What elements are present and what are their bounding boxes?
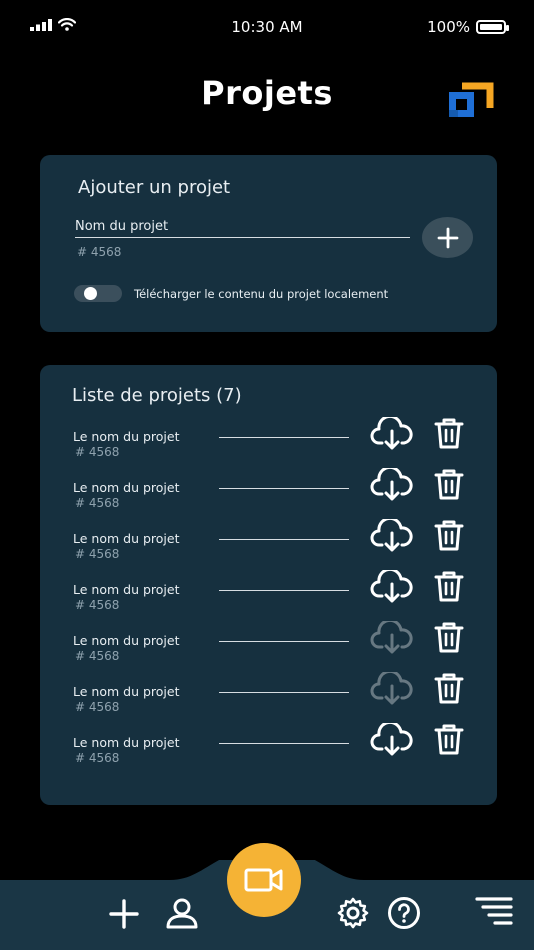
trash-icon[interactable] xyxy=(432,467,466,501)
cloud-download-icon[interactable] xyxy=(370,519,414,553)
project-id: # 4568 xyxy=(75,547,120,561)
battery-icon xyxy=(476,20,509,34)
project-name: Le nom du projet xyxy=(73,684,180,699)
project-id: # 4568 xyxy=(75,649,120,663)
trash-icon[interactable] xyxy=(432,620,466,654)
cloud-download-icon xyxy=(370,621,413,654)
project-row: Le nom du projet # 4568 xyxy=(40,468,497,524)
cloud-download-icon xyxy=(370,672,413,705)
new-project-id: # 4568 xyxy=(77,245,122,259)
status-bar: 10:30 AM 100% xyxy=(0,0,534,56)
project-name-input[interactable] xyxy=(75,215,410,238)
battery-percent: 100% xyxy=(427,18,470,36)
add-project-title: Ajouter un projet xyxy=(78,177,231,198)
row-divider xyxy=(219,641,349,642)
add-project-button[interactable] xyxy=(422,217,473,258)
plus-icon xyxy=(437,227,458,248)
plus-icon[interactable] xyxy=(108,898,140,930)
project-id: # 4568 xyxy=(75,751,120,765)
project-name: Le nom du projet xyxy=(73,480,180,495)
project-row: Le nom du projet # 4568 xyxy=(40,570,497,626)
row-divider xyxy=(219,692,349,693)
project-row: Le nom du projet # 4568 xyxy=(40,621,497,677)
project-name: Le nom du projet xyxy=(73,429,180,444)
row-divider xyxy=(219,488,349,489)
project-row: Le nom du projet # 4568 xyxy=(40,519,497,575)
app-logo xyxy=(449,82,494,117)
trash-icon[interactable] xyxy=(432,671,466,705)
row-divider xyxy=(219,437,349,438)
user-icon[interactable] xyxy=(165,896,199,930)
local-download-toggle[interactable] xyxy=(74,285,122,302)
row-divider xyxy=(219,743,349,744)
add-project-card: Ajouter un projet # 4568 Télécharger le … xyxy=(40,155,497,332)
filter-icon[interactable] xyxy=(474,896,514,928)
project-row: Le nom du projet # 4568 xyxy=(40,672,497,728)
record-video-button[interactable] xyxy=(227,843,301,917)
project-row: Le nom du projet # 4568 xyxy=(40,723,497,779)
project-name: Le nom du projet xyxy=(73,531,180,546)
toggle-knob xyxy=(84,287,97,300)
project-list-title: Liste de projets (7) xyxy=(72,385,242,406)
cloud-download-icon[interactable] xyxy=(370,417,414,451)
trash-icon[interactable] xyxy=(432,416,466,450)
project-id: # 4568 xyxy=(75,496,120,510)
video-camera-icon xyxy=(244,868,283,892)
project-name: Le nom du projet xyxy=(73,633,180,648)
trash-icon[interactable] xyxy=(432,518,466,552)
project-name: Le nom du projet xyxy=(73,582,180,597)
cloud-download-icon[interactable] xyxy=(370,570,414,604)
status-right: 100% xyxy=(427,18,509,36)
trash-icon[interactable] xyxy=(432,722,466,756)
gear-icon[interactable] xyxy=(336,896,370,930)
project-row: Le nom du projet # 4568 xyxy=(40,417,497,473)
project-id: # 4568 xyxy=(75,700,120,714)
row-divider xyxy=(219,539,349,540)
help-icon[interactable] xyxy=(387,896,421,930)
battery-fill xyxy=(480,24,502,30)
cloud-download-icon[interactable] xyxy=(370,723,414,757)
row-divider xyxy=(219,590,349,591)
trash-icon[interactable] xyxy=(432,569,466,603)
local-download-label: Télécharger le contenu du projet localem… xyxy=(134,287,389,301)
project-id: # 4568 xyxy=(75,598,120,612)
cloud-download-icon[interactable] xyxy=(370,468,414,502)
project-name: Le nom du projet xyxy=(73,735,180,750)
project-id: # 4568 xyxy=(75,445,120,459)
project-list-card: Liste de projets (7) Le nom du projet # … xyxy=(40,365,497,805)
